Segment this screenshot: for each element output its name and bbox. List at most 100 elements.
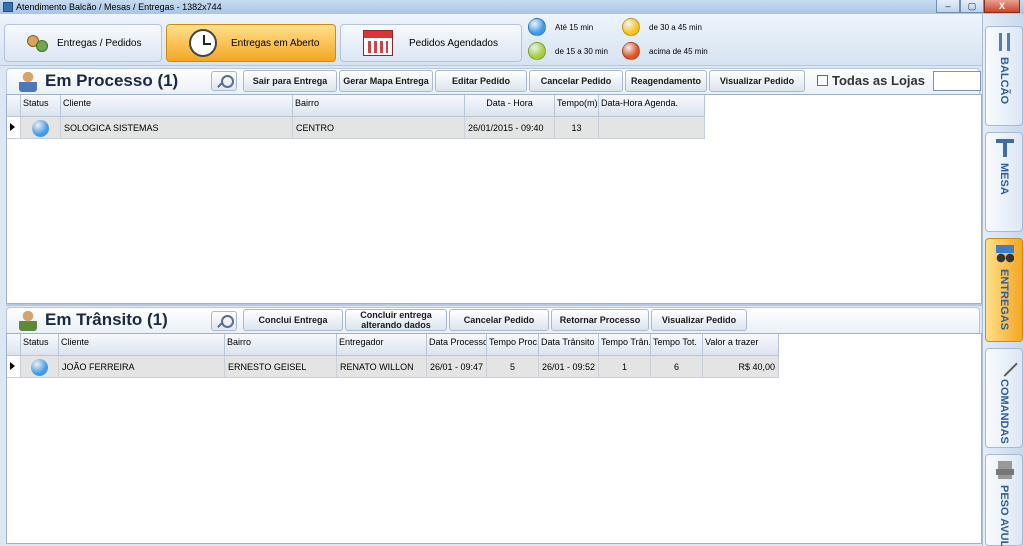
em-transito-header: Em Trânsito (1) Conclui Entrega Concluir… — [6, 307, 980, 333]
window-controls: – ▢ X — [936, 0, 1020, 13]
blue-dot-icon — [528, 18, 546, 36]
row-indicator-header — [7, 334, 21, 356]
minimize-button[interactable]: – — [936, 0, 960, 13]
data-transito-cell: 26/01 - 09:52 — [539, 356, 599, 378]
checkbox-label: Todas as Lojas — [832, 73, 925, 88]
tab-label: Entregas em Aberto — [231, 37, 320, 49]
side-tab-peso-avulso[interactable]: PESO AVULSO — [985, 454, 1023, 546]
side-tab-comandas[interactable]: COMANDAS — [985, 348, 1023, 448]
side-tab-label: COMANDAS — [998, 379, 1010, 444]
status-cell — [21, 356, 59, 378]
column-header[interactable]: Tempo Tot. — [651, 334, 703, 356]
column-header[interactable]: Tempo Proc. — [487, 334, 539, 356]
row-selector[interactable] — [7, 356, 21, 378]
status-cell — [21, 117, 61, 139]
scale-icon — [996, 461, 1014, 479]
column-header[interactable]: Data-Hora Agenda. — [599, 95, 705, 117]
green-dot-icon — [528, 42, 546, 60]
em-processo-header: Em Processo (1) Sair para Entrega Gerar … — [6, 68, 981, 94]
tab-label: Entregas / Pedidos — [57, 37, 142, 49]
legend-label: Até 15 min — [555, 22, 594, 32]
cancelar-pedido-button[interactable]: Cancelar Pedido — [529, 70, 623, 92]
data-processo-cell: 26/01 - 09:47 — [427, 356, 487, 378]
maximize-button[interactable]: ▢ — [960, 0, 984, 13]
side-panel: BALCÃO MESA ENTREGAS COMANDAS PESO AVULS… — [982, 14, 1024, 546]
close-button[interactable]: X — [984, 0, 1020, 13]
grid-header: Status Cliente Bairro Data - Hora Tempo(… — [7, 95, 705, 117]
agenda-cell — [599, 117, 705, 139]
column-header[interactable]: Cliente — [61, 95, 293, 117]
column-header[interactable]: Data - Hora — [465, 95, 555, 117]
row-selector[interactable] — [7, 117, 21, 139]
cliente-cell: JOÃO FERREIRA — [59, 356, 225, 378]
column-header[interactable]: Bairro — [293, 95, 465, 117]
column-header[interactable]: Data Trânsito — [539, 334, 599, 356]
column-header[interactable]: Status — [21, 95, 61, 117]
top-toolbar: Entregas / Pedidos Entregas em Aberto Pe… — [0, 14, 982, 66]
column-header[interactable]: Bairro — [225, 334, 337, 356]
side-tab-mesa[interactable]: MESA — [985, 132, 1023, 232]
bairro-cell: CENTRO — [293, 117, 465, 139]
tab-entregas-pedidos[interactable]: Entregas / Pedidos — [4, 24, 162, 62]
tempo-tot-cell: 6 — [651, 356, 703, 378]
concluir-entrega-alterando-button[interactable]: Concluir entrega alterando dados — [345, 309, 447, 331]
app-icon — [3, 2, 13, 12]
cliente-cell: SOLOGICA SISTEMAS — [61, 117, 293, 139]
lojas-input[interactable] — [933, 71, 981, 91]
table-row[interactable]: SOLOGICA SISTEMAS CENTRO 26/01/2015 - 09… — [7, 117, 705, 139]
calendar-icon — [363, 30, 393, 56]
todas-lojas-checkbox[interactable]: Todas as Lojas — [817, 73, 925, 88]
legend-item: de 30 a 45 min — [622, 18, 702, 36]
em-processo-grid: Status Cliente Bairro Data - Hora Tempo(… — [6, 94, 982, 304]
reagendamento-button[interactable]: Reagendamento — [625, 70, 707, 92]
legend-item: de 15 a 30 min — [528, 42, 608, 60]
column-header[interactable]: Data Processo — [427, 334, 487, 356]
search-icon[interactable] — [211, 71, 237, 91]
em-transito-grid: Status Cliente Bairro Entregador Data Pr… — [6, 333, 982, 544]
tempo-cell: 13 — [555, 117, 599, 139]
gerar-mapa-entrega-button[interactable]: Gerar Mapa Entrega — [339, 70, 433, 92]
table-row[interactable]: JOÃO FERREIRA ERNESTO GEISEL RENATO WILL… — [7, 356, 779, 378]
legend-item: Até 15 min — [528, 18, 593, 36]
grid-header: Status Cliente Bairro Entregador Data Pr… — [7, 334, 779, 356]
sair-para-entrega-button[interactable]: Sair para Entrega — [243, 70, 337, 92]
side-tab-balcao[interactable]: BALCÃO — [985, 26, 1023, 126]
retornar-processo-button[interactable]: Retornar Processo — [551, 309, 649, 331]
data-hora-cell: 26/01/2015 - 09:40 — [465, 117, 555, 139]
time-legend: Até 15 min de 15 a 30 min de 30 a 45 min… — [528, 18, 728, 62]
column-header[interactable]: Tempo Trân. — [599, 334, 651, 356]
visualizar-pedido-button[interactable]: Visualizar Pedido — [651, 309, 747, 331]
entregador-cell: RENATO WILLON — [337, 356, 427, 378]
column-header[interactable]: Entregador — [337, 334, 427, 356]
section-divider[interactable] — [6, 304, 982, 306]
orange-dot-icon — [622, 42, 640, 60]
editar-pedido-button[interactable]: Editar Pedido — [435, 70, 527, 92]
column-header[interactable]: Tempo(m) — [555, 95, 599, 117]
legend-label: acima de 45 min — [649, 46, 708, 56]
side-tab-label: BALCÃO — [998, 57, 1010, 105]
legend-label: de 15 a 30 min — [555, 46, 608, 56]
tempo-proc-cell: 5 — [487, 356, 539, 378]
side-tab-label: ENTREGAS — [998, 269, 1010, 331]
tab-label: Pedidos Agendados — [409, 37, 498, 49]
window-title: Atendimento Balcão / Mesas / Entregas - … — [16, 2, 222, 12]
checkbox-box[interactable] — [817, 75, 828, 86]
pen-icon — [992, 351, 1018, 377]
tab-pedidos-agendados[interactable]: Pedidos Agendados — [340, 24, 522, 62]
side-tab-entregas[interactable]: ENTREGAS — [985, 238, 1023, 342]
visualizar-pedido-button[interactable]: Visualizar Pedido — [709, 70, 805, 92]
person-icon — [19, 72, 37, 92]
clock-icon — [189, 29, 217, 57]
tempo-tran-cell: 1 — [599, 356, 651, 378]
column-header[interactable]: Status — [21, 334, 59, 356]
search-icon[interactable] — [211, 311, 237, 331]
tab-entregas-em-aberto[interactable]: Entregas em Aberto — [166, 24, 336, 62]
cancelar-pedido-button[interactable]: Cancelar Pedido — [449, 309, 549, 331]
yellow-dot-icon — [622, 18, 640, 36]
title-bar: Atendimento Balcão / Mesas / Entregas - … — [0, 0, 1024, 14]
column-header[interactable]: Cliente — [59, 334, 225, 356]
section-title: Em Trânsito (1) — [45, 310, 168, 329]
section-title: Em Processo (1) — [45, 71, 179, 90]
conclui-entrega-button[interactable]: Conclui Entrega — [243, 309, 343, 331]
column-header[interactable]: Valor a trazer — [703, 334, 779, 356]
